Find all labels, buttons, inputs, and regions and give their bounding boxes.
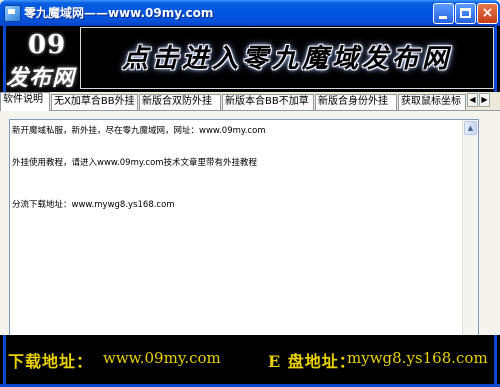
vertical-scrollbar[interactable]: ▲ ▼ <box>462 120 478 354</box>
close-button[interactable]: × <box>477 3 498 24</box>
site-banner-link[interactable]: 点击进入零九魔域发布网 <box>80 27 494 89</box>
info-line-tutorial: 外挂使用教程，请进入www.09my.com技术文章里带有外挂教程 <box>12 158 258 168</box>
tab-software-info[interactable]: 软件说明 <box>0 92 50 111</box>
close-icon: × <box>481 5 494 21</box>
scroll-up-button[interactable]: ▲ <box>464 121 477 135</box>
e-disk-label: E 盘地址： <box>268 352 356 371</box>
tab-strip: 软件说明 无X加草合BB外挂 新版合双防外挂 新版本合BB不加草 新版合身份外挂… <box>0 92 500 111</box>
info-line-mirror: 分流下载地址：www.mywg8.ys168.com <box>12 200 175 210</box>
minimize-button[interactable] <box>433 3 454 24</box>
download-label: 下载地址： <box>8 352 94 371</box>
e-disk-url-link[interactable]: mywg8.ys168.com <box>347 349 488 367</box>
info-line-site: 新开魔域私服，新外挂，尽在零九魔域网，网址：www.09my.com <box>12 126 266 136</box>
tab-no-x-grass-bb-plugin[interactable]: 无X加草合BB外挂 <box>51 94 138 110</box>
banner-text: 点击进入零九魔域发布网 <box>121 44 452 74</box>
tab-identity-plugin[interactable]: 新版合身份外挂 <box>315 94 397 110</box>
maximize-icon <box>460 8 471 18</box>
download-url-link[interactable]: www.09my.com <box>103 349 221 367</box>
site-logo: 09 发布网 <box>6 30 80 91</box>
client-area: 09 发布网 点击进入零九魔域发布网 软件说明 无X加草合BB外挂 新版合双防外… <box>0 26 500 387</box>
title-bar[interactable]: 零九魔域网——www.09my.com × <box>0 0 500 26</box>
maximize-button[interactable] <box>455 3 476 24</box>
footer-bar: 下载地址： www.09my.com E 盘地址： mywg8.ys168.co… <box>0 335 500 387</box>
app-icon[interactable] <box>4 5 21 22</box>
tab-double-defense-plugin[interactable]: 新版合双防外挂 <box>139 94 221 110</box>
logo-subtitle: 发布网 <box>6 65 76 91</box>
tab-bb-no-grass[interactable]: 新版本合BB不加草 <box>222 94 314 110</box>
tab-panel: 新开魔域私服，新外挂，尽在零九魔域网，网址：www.09my.com 外挂使用教… <box>0 110 500 361</box>
tab-mouse-coordinates[interactable]: 获取鼠标坐标 <box>398 94 466 110</box>
logo-number: 09 <box>28 30 67 60</box>
minimize-icon <box>439 16 447 19</box>
window-title: 零九魔域网——www.09my.com <box>24 6 214 20</box>
tab-scroll-left-button[interactable]: ◀ <box>467 93 478 107</box>
tab-scroll-right-button[interactable]: ▶ <box>479 93 490 107</box>
info-textarea[interactable]: 新开魔域私服，新外挂，尽在零九魔域网，网址：www.09my.com 外挂使用教… <box>9 119 479 355</box>
